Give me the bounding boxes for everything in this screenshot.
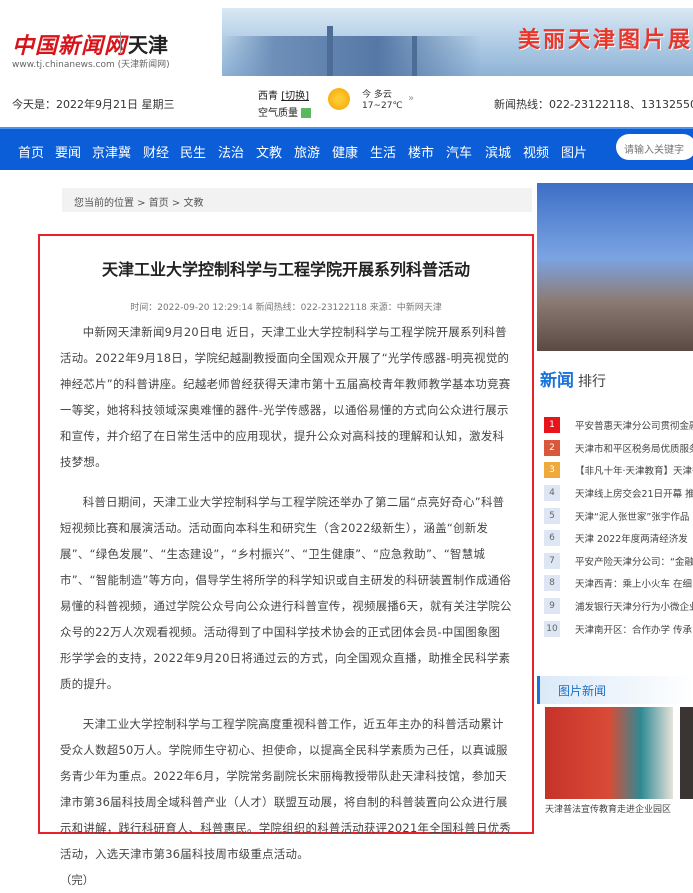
nav-item[interactable]: 楼市 <box>408 142 434 161</box>
nav-item[interactable]: 财经 <box>143 142 169 161</box>
main-nav: 首页 要闻 京津冀 财经 民生 法治 文教 旅游 健康 生活 楼市 汽车 滨城 … <box>0 127 693 170</box>
picture-news-title: 图片新闻 <box>537 676 693 704</box>
air-quality: 空气质量 <box>258 104 311 119</box>
banner-ad[interactable]: 美丽天津图片展 <box>222 8 693 76</box>
nav-item[interactable]: 首页 <box>18 142 44 161</box>
rank-number: 5 <box>544 507 560 524</box>
weather-city: 西青 [切换] <box>258 87 309 102</box>
banner-title: 美丽天津图片展 <box>517 28 693 53</box>
rank-number: 10 <box>544 620 560 637</box>
ranking-item[interactable]: 2 天津市和平区税务局优质服务 <box>544 437 693 460</box>
article-paragraph: 科普日期间，天津工业大学控制科学与工程学院还举办了第二届“点亮好奇心”科普短视频… <box>60 495 512 691</box>
air-level-badge <box>301 108 311 118</box>
ranking-item[interactable]: 8 天津西青：乘上小火车 在细 <box>544 572 693 595</box>
rank-number: 2 <box>544 439 560 456</box>
nav-item[interactable]: 生活 <box>370 142 396 161</box>
picture-news-image[interactable] <box>680 707 693 799</box>
nav-item[interactable]: 健康 <box>332 142 358 161</box>
nav-item[interactable]: 滨城 <box>485 142 511 161</box>
site-logo[interactable]: 中国新闻网 <box>12 28 127 60</box>
rank-headline: 浦发银行天津分行为小微企业 <box>575 602 693 614</box>
ranking-item[interactable]: 4 天津线上房交会21日开幕 推进 <box>544 482 693 505</box>
nav-item[interactable]: 汽车 <box>446 142 472 161</box>
tower-image <box>327 26 333 76</box>
chevron-right-icon[interactable]: » <box>408 93 414 104</box>
rank-number: 1 <box>544 417 560 434</box>
nav-item[interactable]: 法治 <box>218 142 244 161</box>
rank-headline: 天津“泥人张世家”张宇作品 <box>575 511 690 523</box>
ranking-item[interactable]: 5 天津“泥人张世家”张宇作品 <box>544 504 693 527</box>
article-box: 天津工业大学控制科学与工程学院开展系列科普活动 时间：2022-09-20 12… <box>38 234 534 887</box>
picture-caption[interactable]: 天津普法宣传教育走进企业园区 <box>545 802 671 815</box>
city-photo[interactable] <box>537 183 693 351</box>
nav-item[interactable]: 旅游 <box>294 142 320 161</box>
rank-headline: 天津线上房交会21日开幕 推进 <box>575 489 693 501</box>
ranking-list: 1 平安普惠天津分公司贯彻金融 2 天津市和平区税务局优质服务 3 【非凡十年·天津教育】… <box>544 414 693 640</box>
ranking-item[interactable]: 7 平安产险天津分公司：“金融 <box>544 550 693 573</box>
rank-headline: 天津西青：乘上小火车 在细 <box>575 579 693 591</box>
nav-item[interactable]: 民生 <box>180 142 206 161</box>
temperature: 17~27℃ <box>362 101 403 111</box>
logo-divider <box>120 32 121 54</box>
city-name: 西青 <box>258 91 278 102</box>
picture-news-image[interactable] <box>545 707 673 799</box>
weather-today: 今 多云 <box>362 90 392 100</box>
nav-item[interactable]: 图片 <box>561 142 587 161</box>
logo-city: 天津 <box>128 33 168 57</box>
nav-item[interactable]: 京津冀 <box>92 142 131 161</box>
rank-number: 7 <box>544 552 560 569</box>
ranking-title: 新闻 排行 <box>540 366 606 391</box>
search-input[interactable] <box>616 134 693 160</box>
article-meta: 时间：2022-09-20 12:29:14 新闻热线：022-23122118… <box>130 303 442 313</box>
ranking-item[interactable]: 10 天津南开区：合作办学 传承 <box>544 617 693 640</box>
rank-headline: 【非凡十年·天津教育】天津律 <box>575 466 693 478</box>
rank-number: 9 <box>544 598 560 615</box>
tower-image <box>412 36 417 76</box>
ranking-title-a: 新闻 <box>540 371 574 391</box>
news-hotline: 新闻热线：022-23122118、13132550781 <box>494 98 693 111</box>
rank-number: 4 <box>544 485 560 502</box>
current-date: 今天是：2022年9月21日 星期三 <box>12 98 175 111</box>
air-label: 空气质量 <box>258 108 298 119</box>
rank-headline: 天津市和平区税务局优质服务 <box>575 443 693 455</box>
nav-item[interactable]: 视频 <box>523 142 549 161</box>
article-title: 天津工业大学控制科学与工程学院开展系列科普活动 <box>101 260 470 279</box>
rank-headline: 天津南开区：合作办学 传承 <box>575 624 693 636</box>
rank-headline: 天津 2022年度两清经济发 <box>575 534 688 546</box>
partly-cloudy-icon <box>328 88 350 110</box>
rank-headline: 平安产险天津分公司：“金融 <box>575 556 693 568</box>
article-paragraph: 天津工业大学控制科学与工程学院高度重视科普工作，近五年主办的科普活动累计受众人数… <box>60 717 512 861</box>
rank-number: 3 <box>544 462 560 479</box>
ranking-title-b: 排行 <box>578 374 606 390</box>
ranking-item[interactable]: 6 天津 2022年度两清经济发 <box>544 527 693 550</box>
rank-number: 8 <box>544 575 560 592</box>
ranking-item[interactable]: 1 平安普惠天津分公司贯彻金融 <box>544 414 693 437</box>
rank-headline: 平安普惠天津分公司贯彻金融 <box>575 421 693 433</box>
ranking-item[interactable]: 3 【非凡十年·天津教育】天津律 <box>544 459 693 482</box>
article-end: （完） <box>60 873 95 887</box>
skyline-image <box>222 36 482 76</box>
article-paragraph: 中新网天津新闻9月20日电 近日，天津工业大学控制科学与工程学院开展系列科普活动… <box>60 325 511 469</box>
breadcrumb: 您当前的位置 > 首页 > 文教 <box>62 188 532 212</box>
nav-item[interactable]: 文教 <box>256 142 282 161</box>
site-url: www.tj.chinanews.com (天津新闻网) <box>12 60 170 70</box>
rank-number: 6 <box>544 530 560 547</box>
switch-city-link[interactable]: [切换] <box>281 91 309 102</box>
ranking-item[interactable]: 9 浦发银行天津分行为小微企业 <box>544 595 693 618</box>
nav-item[interactable]: 要闻 <box>55 142 81 161</box>
